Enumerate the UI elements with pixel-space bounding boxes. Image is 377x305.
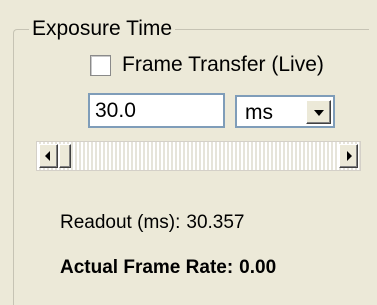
slider-thumb[interactable]	[59, 144, 71, 168]
unit-selected-value: ms	[245, 101, 273, 124]
chevron-down-icon	[314, 110, 324, 116]
groupbox-title: Exposure Time	[29, 16, 176, 41]
frame-rate-row: Actual Frame Rate: 0.00	[60, 256, 276, 280]
frame-transfer-checkbox[interactable]	[90, 55, 111, 76]
unit-dropdown-button[interactable]	[306, 100, 331, 124]
exposure-value-input[interactable]	[88, 93, 225, 128]
readout-value: 30.357	[186, 212, 245, 233]
slider-left-button[interactable]	[39, 144, 58, 168]
arrow-right-icon	[347, 151, 352, 161]
exposure-unit-select[interactable]: ms	[235, 95, 335, 128]
frame-rate-value: 0.00	[239, 257, 277, 278]
arrow-left-icon	[45, 151, 50, 161]
frame-transfer-label[interactable]: Frame Transfer (Live)	[122, 52, 324, 77]
exposure-slider[interactable]	[36, 141, 361, 171]
readout-label: Readout (ms):	[60, 212, 181, 233]
readout-row: Readout (ms): 30.357	[60, 211, 245, 235]
frame-rate-label: Actual Frame Rate:	[60, 257, 234, 278]
slider-right-button[interactable]	[339, 144, 358, 168]
